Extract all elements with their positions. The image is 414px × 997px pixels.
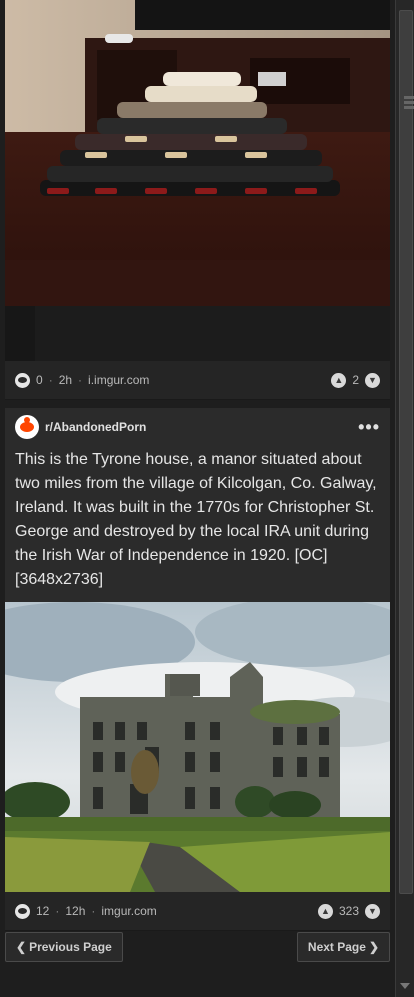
post-score: 323 xyxy=(338,904,359,918)
subreddit-name[interactable]: r/AbandonedPorn xyxy=(45,420,146,434)
downvote-icon[interactable]: ▼ xyxy=(365,372,380,388)
pagination: ❮ Previous Page Next Page ❯ xyxy=(5,932,390,962)
comment-icon[interactable] xyxy=(15,372,30,388)
post-image[interactable] xyxy=(5,602,390,892)
scrollbar-thumb[interactable] xyxy=(399,10,414,894)
comment-icon[interactable] xyxy=(15,903,30,919)
post-image[interactable] xyxy=(5,0,390,361)
post-age: 2h xyxy=(58,373,73,387)
more-icon[interactable]: ••• xyxy=(358,417,380,438)
downvote-icon[interactable]: ▼ xyxy=(365,903,380,919)
subreddit-avatar[interactable] xyxy=(15,415,39,439)
next-page-button[interactable]: Next Page ❯ xyxy=(296,932,390,962)
post-card: 0 · 2h · i.imgur.com ▲ 2 ▼ xyxy=(5,0,390,400)
post-score: 2 xyxy=(352,373,359,387)
post-feed: 0 · 2h · i.imgur.com ▲ 2 ▼ r/AbandonedPo… xyxy=(5,0,390,931)
upvote-icon[interactable]: ▲ xyxy=(331,372,347,388)
separator-dot: · xyxy=(55,904,60,918)
separator-dot: · xyxy=(78,373,83,387)
post-age: 12h xyxy=(65,904,86,918)
grip-icon xyxy=(404,96,414,99)
chevron-right-icon: ❯ xyxy=(368,940,379,954)
next-page-label: Next Page xyxy=(307,940,366,954)
scrollbar[interactable] xyxy=(395,0,414,997)
separator-dot: · xyxy=(91,904,96,918)
separator-dot: · xyxy=(48,373,53,387)
chevron-left-icon: ❮ xyxy=(16,940,27,954)
grip-icon xyxy=(404,101,414,104)
post-domain[interactable]: imgur.com xyxy=(101,904,156,918)
post-title[interactable]: This is the Tyrone house, a manor situat… xyxy=(5,446,390,602)
post-card: r/AbandonedPorn ••• This is the Tyrone h… xyxy=(5,408,390,931)
post-domain[interactable]: i.imgur.com xyxy=(88,373,149,387)
post-meta-bar: 12 · 12h · imgur.com ▲ 323 ▼ xyxy=(5,892,390,931)
comment-count[interactable]: 12 xyxy=(36,904,49,918)
comment-count[interactable]: 0 xyxy=(36,373,43,387)
grip-icon xyxy=(404,106,414,109)
upvote-icon[interactable]: ▲ xyxy=(317,903,333,919)
previous-page-button[interactable]: ❮ Previous Page xyxy=(5,932,123,962)
post-header: r/AbandonedPorn ••• xyxy=(5,408,390,446)
post-meta-bar: 0 · 2h · i.imgur.com ▲ 2 ▼ xyxy=(5,361,390,400)
previous-page-label: Previous Page xyxy=(29,940,112,954)
scroll-down-icon[interactable] xyxy=(400,983,410,989)
